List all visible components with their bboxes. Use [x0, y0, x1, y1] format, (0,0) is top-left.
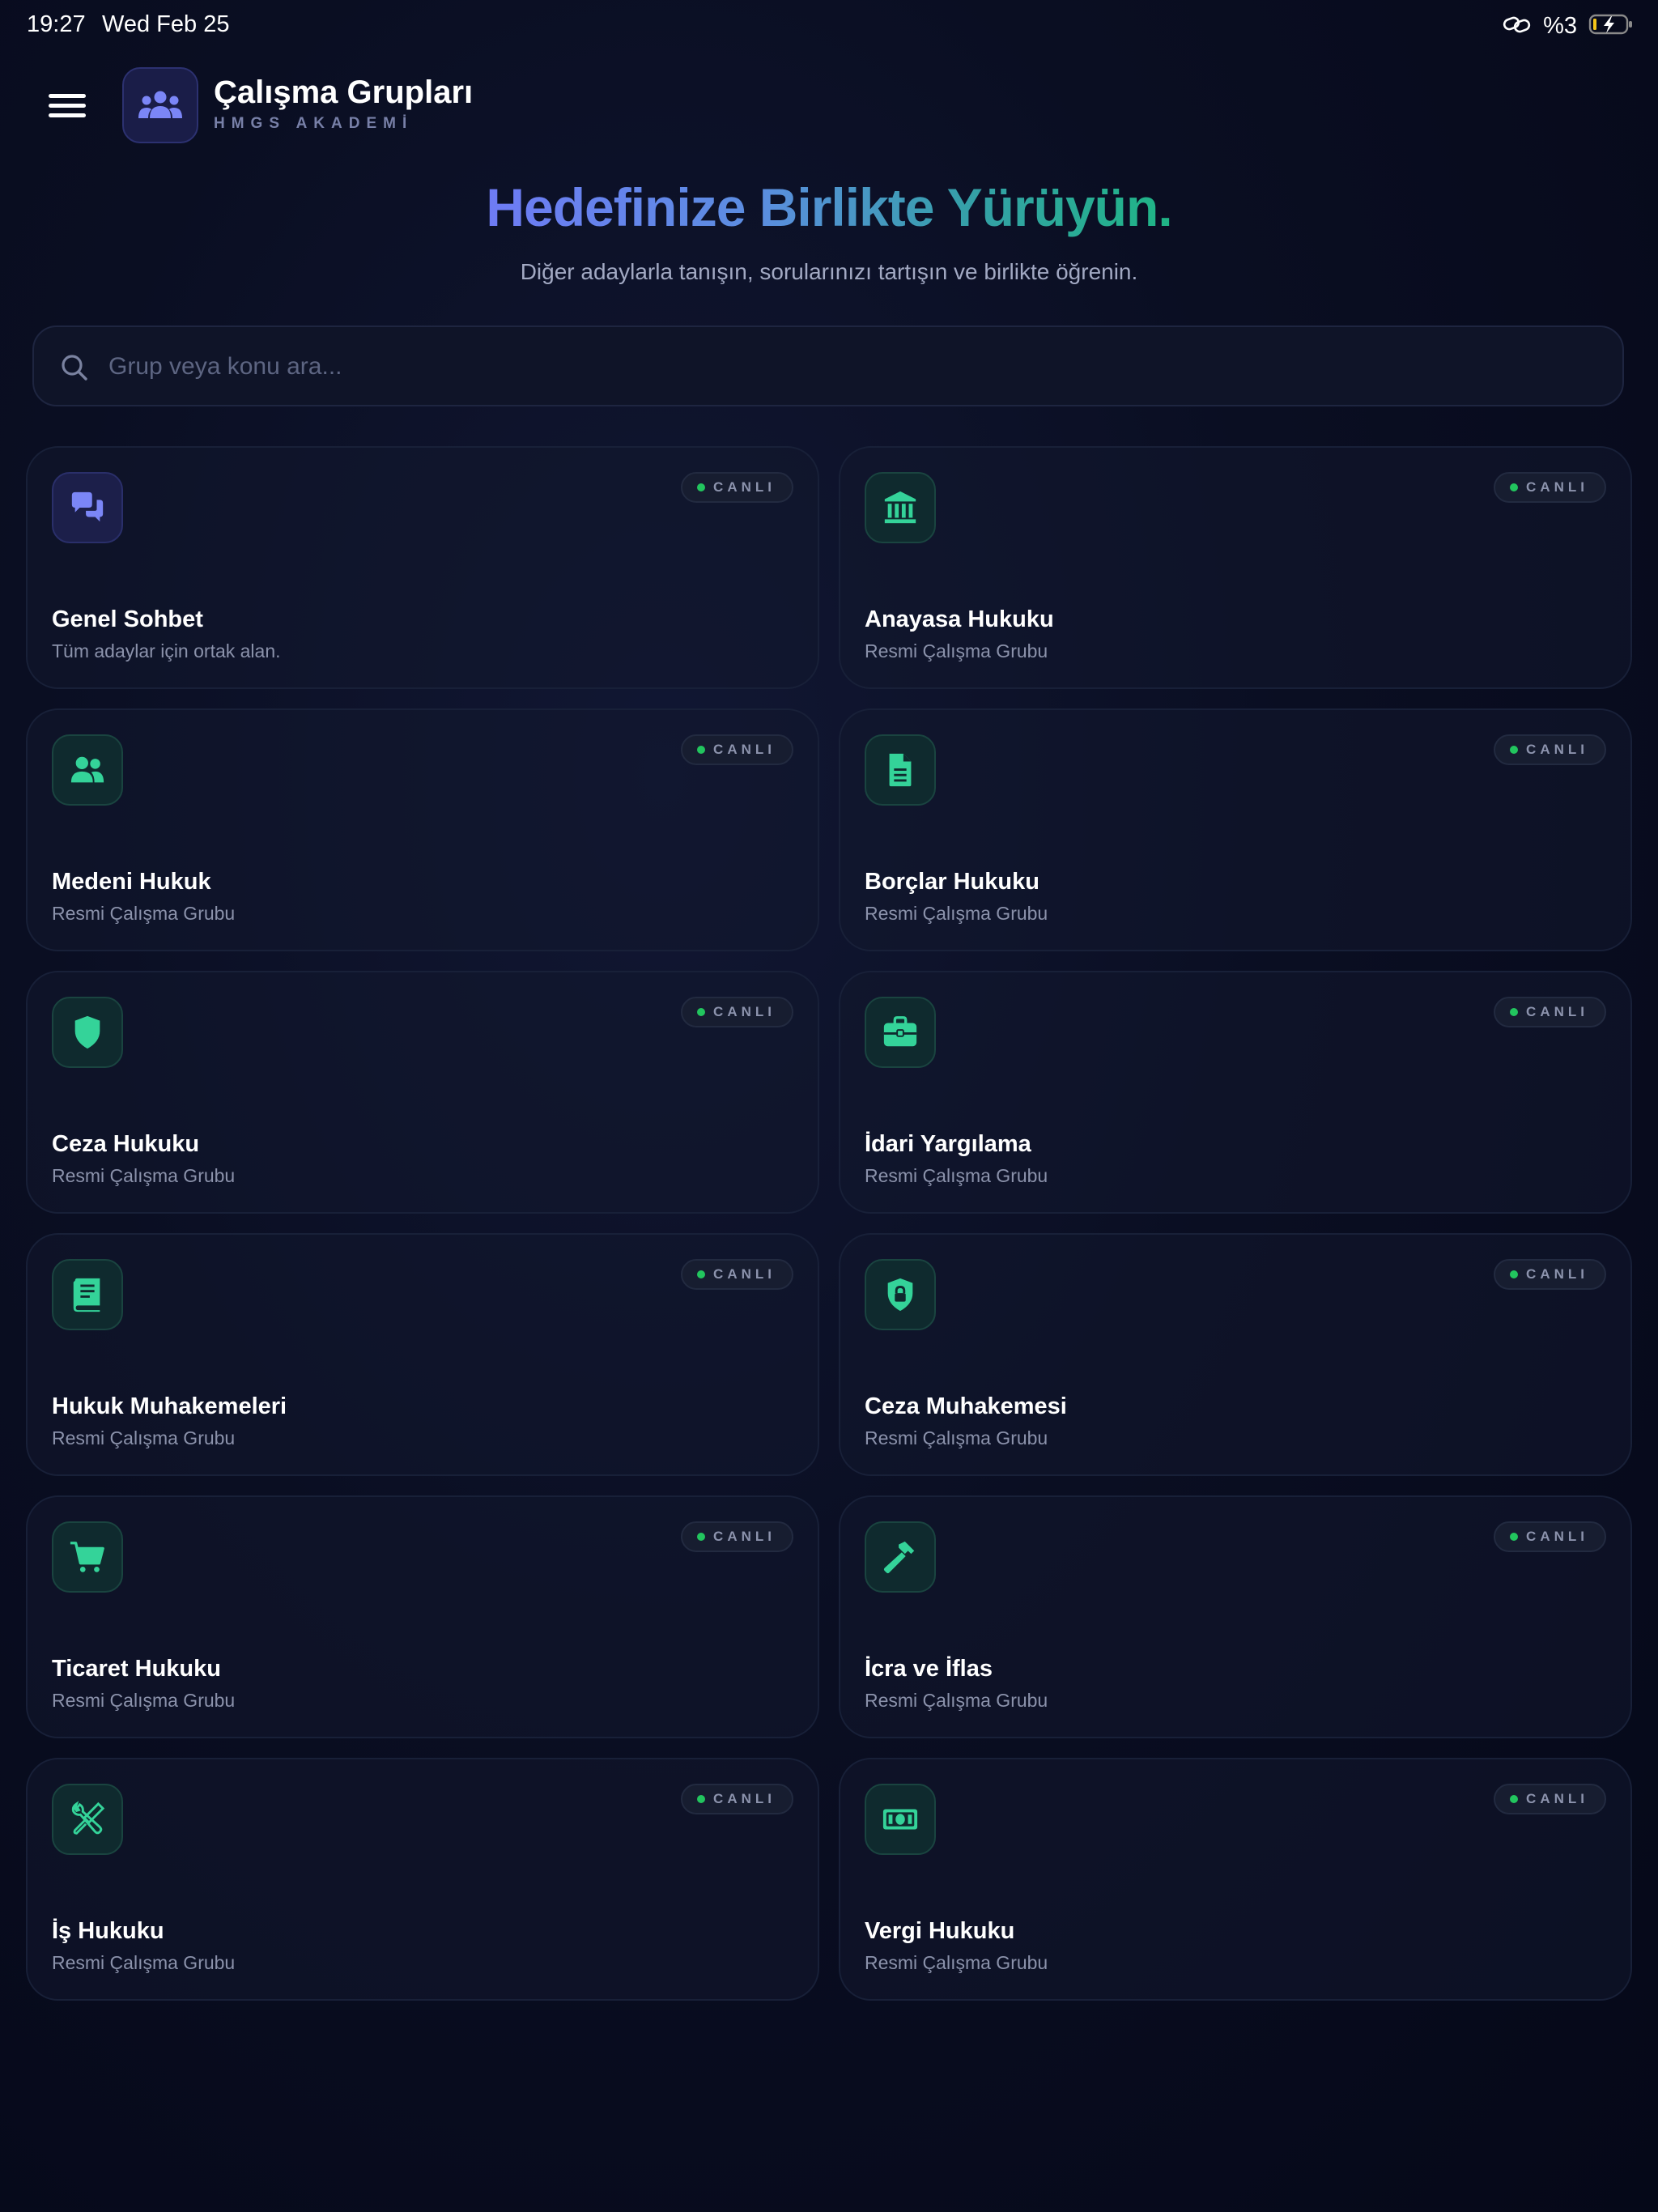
money-bill-icon: [865, 1784, 936, 1855]
group-grid: CANLI Genel Sohbet Tüm adaylar için orta…: [26, 446, 1632, 2001]
link-icon: [1503, 15, 1532, 38]
search-bar[interactable]: [32, 325, 1624, 406]
users-group-icon: [138, 91, 182, 118]
live-badge: CANLI: [681, 734, 793, 765]
group-description: Resmi Çalışma Grubu: [865, 1952, 1048, 1973]
live-badge: CANLI: [1494, 472, 1606, 503]
live-badge: CANLI: [1494, 1259, 1606, 1290]
group-card[interactable]: CANLI İdari Yargılama Resmi Çalışma Grub…: [839, 971, 1632, 1214]
live-badge: CANLI: [1494, 997, 1606, 1027]
live-badge: CANLI: [681, 1259, 793, 1290]
live-badge: CANLI: [1494, 734, 1606, 765]
battery-percentage: %3: [1543, 12, 1577, 39]
group-description: Resmi Çalışma Grubu: [865, 1165, 1048, 1186]
page-subtitle: HMGS AKADEMİ: [214, 115, 414, 132]
briefcase-icon: [865, 997, 936, 1068]
document-icon: [865, 734, 936, 806]
shield-icon: [52, 997, 123, 1068]
shield-lock-icon: [865, 1259, 936, 1330]
group-description: Resmi Çalışma Grubu: [52, 1165, 236, 1186]
hero-subtitle: Diğer adaylarla tanışın, sorularınızı ta…: [520, 259, 1138, 284]
group-card[interactable]: CANLI Anayasa Hukuku Resmi Çalışma Grubu: [839, 446, 1632, 689]
group-title: Anayasa Hukuku: [865, 606, 1054, 632]
live-badge: CANLI: [681, 997, 793, 1027]
status-bar: 19:27 Wed Feb 25 %3: [0, 0, 1658, 52]
group-card[interactable]: CANLI İcra ve İflas Resmi Çalışma Grubu: [839, 1495, 1632, 1738]
group-title: İcra ve İflas: [865, 1656, 993, 1682]
courthouse-icon: [865, 472, 936, 543]
group-title: Ceza Muhakemesi: [865, 1393, 1067, 1419]
app-logo: [122, 67, 198, 143]
group-card[interactable]: CANLI Hukuk Muhakemeleri Resmi Çalışma G…: [26, 1233, 819, 1476]
group-description: Resmi Çalışma Grubu: [865, 903, 1048, 924]
group-card[interactable]: CANLI Ticaret Hukuku Resmi Çalışma Grubu: [26, 1495, 819, 1738]
group-description: Tüm adaylar için ortak alan.: [52, 640, 281, 661]
group-description: Resmi Çalışma Grubu: [865, 1690, 1048, 1711]
group-card[interactable]: CANLI İş Hukuku Resmi Çalışma Grubu: [26, 1758, 819, 2001]
group-title: Ticaret Hukuku: [52, 1656, 221, 1682]
group-card[interactable]: CANLI Ceza Hukuku Resmi Çalışma Grubu: [26, 971, 819, 1214]
search-icon: [58, 351, 91, 384]
book-icon: [52, 1259, 123, 1330]
group-title: İdari Yargılama: [865, 1131, 1031, 1157]
group-title: Hukuk Muhakemeleri: [52, 1393, 287, 1419]
group-description: Resmi Çalışma Grubu: [52, 1427, 236, 1448]
group-title: Vergi Hukuku: [865, 1918, 1015, 1944]
group-description: Resmi Çalışma Grubu: [865, 1427, 1048, 1448]
group-title: Borçlar Hukuku: [865, 869, 1039, 895]
live-badge: CANLI: [681, 472, 793, 503]
group-card[interactable]: CANLI Vergi Hukuku Resmi Çalışma Grubu: [839, 1758, 1632, 2001]
battery-icon: [1588, 13, 1634, 40]
group-title: Ceza Hukuku: [52, 1131, 200, 1157]
group-description: Resmi Çalışma Grubu: [52, 1952, 236, 1973]
status-right: %3: [1503, 11, 1634, 40]
group-card[interactable]: CANLI Medeni Hukuk Resmi Çalışma Grubu: [26, 708, 819, 951]
page-title: Çalışma Grupları: [214, 74, 474, 110]
group-title: Genel Sohbet: [52, 606, 203, 632]
group-card[interactable]: CANLI Ceza Muhakemesi Resmi Çalışma Grub…: [839, 1233, 1632, 1476]
tools-icon: [52, 1784, 123, 1855]
cart-icon: [52, 1521, 123, 1593]
group-description: Resmi Çalışma Grubu: [865, 640, 1048, 661]
status-time: 19:27: [27, 11, 86, 37]
group-description: Resmi Çalışma Grubu: [52, 1690, 236, 1711]
search-input[interactable]: [107, 327, 1600, 406]
group-card[interactable]: CANLI Borçlar Hukuku Resmi Çalışma Grubu: [839, 708, 1632, 951]
header: Çalışma Grupları HMGS AKADEMİ: [0, 62, 1658, 151]
live-badge: CANLI: [1494, 1784, 1606, 1814]
people-icon: [52, 734, 123, 806]
group-title: Medeni Hukuk: [52, 869, 211, 895]
live-badge: CANLI: [1494, 1521, 1606, 1552]
group-card[interactable]: CANLI Genel Sohbet Tüm adaylar için orta…: [26, 446, 819, 689]
hammer-icon: [865, 1521, 936, 1593]
chat-bubbles-icon: [52, 472, 123, 543]
live-badge: CANLI: [681, 1784, 793, 1814]
group-title: İş Hukuku: [52, 1918, 164, 1944]
menu-button[interactable]: [45, 91, 91, 126]
status-date: Wed Feb 25: [102, 11, 230, 37]
live-badge: CANLI: [681, 1521, 793, 1552]
group-description: Resmi Çalışma Grubu: [52, 903, 236, 924]
hero-title: Hedefinize Birlikte Yürüyün.: [486, 177, 1172, 237]
